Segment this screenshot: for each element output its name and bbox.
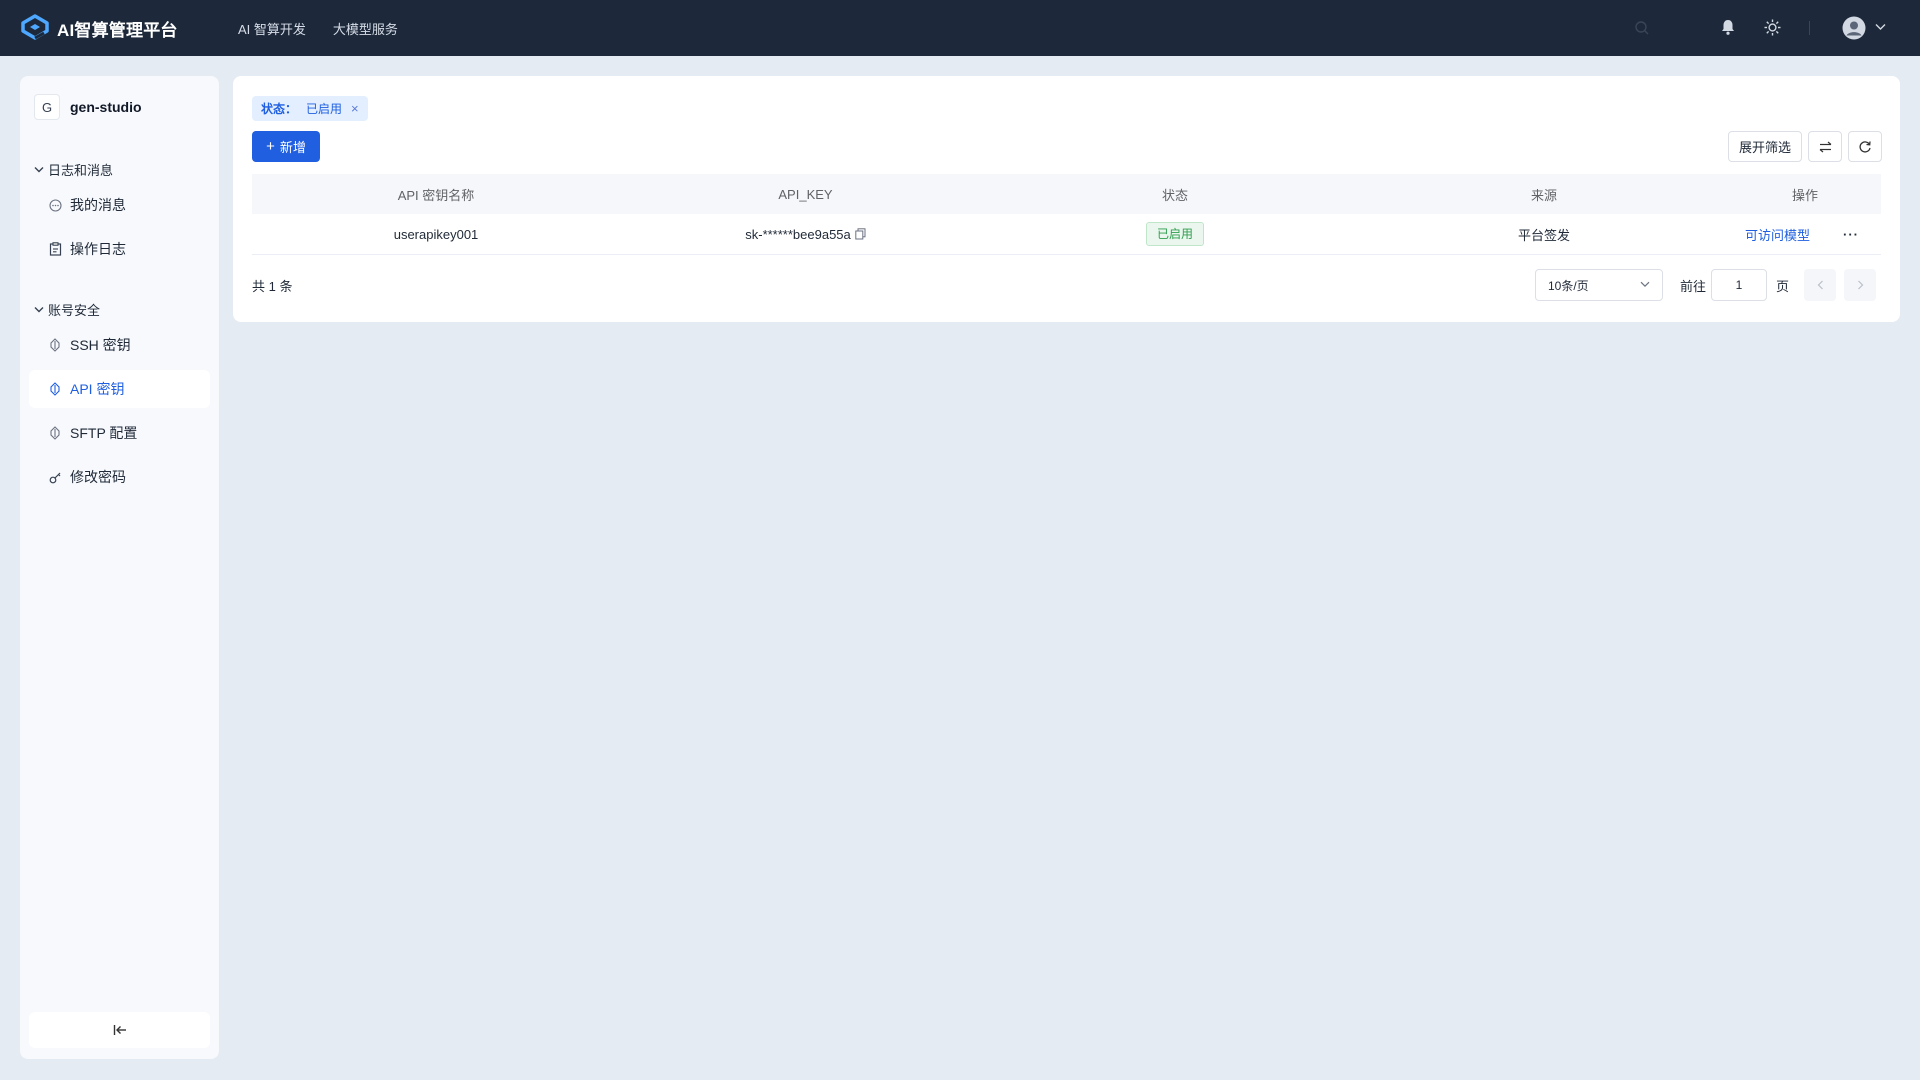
filter-tag-status[interactable]: 状态： 已启用 ×	[252, 96, 368, 121]
bell-icon[interactable]	[1720, 18, 1736, 36]
group-title-label: 日志和消息	[48, 163, 114, 178]
chevron-down-icon[interactable]	[1875, 23, 1886, 31]
add-button-label: 新增	[279, 140, 306, 155]
project-initial: G	[34, 94, 60, 120]
sidebar-item-label: SFTP 配置	[70, 425, 138, 441]
chevron-down-icon	[34, 306, 44, 312]
page-size-value: 10条/页	[1548, 278, 1589, 293]
column-settings-button[interactable]	[1808, 131, 1842, 162]
project-selector[interactable]: G gen-studio	[34, 94, 142, 120]
divider	[1809, 21, 1810, 35]
sidebar-item-ssh-key[interactable]: SSH 密钥	[29, 326, 210, 364]
sidebar-item-label: 修改密码	[70, 469, 126, 485]
copy-icon[interactable]	[855, 228, 866, 240]
sidebar-item-change-password[interactable]: 修改密码	[29, 458, 210, 496]
top-nav: AI 智算开发 大模型服务	[238, 19, 425, 38]
app-title: AI智算管理平台	[57, 20, 178, 40]
sidebar-item-operation-log[interactable]: 操作日志	[29, 230, 210, 268]
sun-icon[interactable]	[1764, 19, 1781, 36]
next-page-button[interactable]	[1844, 269, 1876, 301]
cell-status: 已启用	[991, 222, 1359, 246]
top-navigation-bar: AI智算管理平台 AI 智算开发 大模型服务	[0, 0, 1920, 56]
cell-api-key-name: userapikey001	[393, 226, 479, 242]
expand-filter-button[interactable]: 展开筛选	[1728, 131, 1802, 162]
cell-source: 平台签发	[1517, 227, 1570, 243]
project-name: gen-studio	[70, 99, 142, 115]
close-icon[interactable]: ×	[351, 101, 359, 116]
main-panel: 状态： 已启用 × + 新增 展开筛选 API 密钥名称 API_KEY 状态 …	[233, 76, 1900, 322]
table-header: API 密钥名称 API_KEY 状态 来源 操作	[252, 174, 1881, 214]
nav-ai-dev[interactable]: AI 智算开发	[238, 19, 306, 38]
group-logs-messages[interactable]: 日志和消息	[34, 160, 113, 179]
sidebar-item-label: 操作日志	[70, 241, 126, 257]
header-api-key: API_KEY	[778, 186, 833, 202]
sidebar-item-sftp-config[interactable]: SFTP 配置	[29, 414, 210, 452]
plus-icon: +	[266, 138, 275, 155]
refresh-button[interactable]	[1848, 131, 1882, 162]
clipboard-icon	[48, 242, 62, 256]
sidebar-item-label: API 密钥	[70, 381, 125, 397]
goto-label: 前往	[1680, 279, 1707, 294]
header-status: 状态	[1161, 187, 1188, 203]
page-unit: 页	[1776, 279, 1790, 294]
total-count: 共 1 条	[252, 279, 293, 294]
collapse-sidebar-button[interactable]	[29, 1012, 210, 1048]
message-icon	[48, 198, 62, 212]
chevron-down-icon	[1640, 281, 1650, 288]
cell-actions: 可访问模型 ···	[1729, 225, 1881, 244]
search-icon[interactable]	[1634, 20, 1650, 36]
key-icon	[48, 338, 62, 352]
refresh-icon	[1859, 140, 1871, 153]
api-key-value: sk-******bee9a55a	[745, 226, 851, 242]
sidebar-item-label: 我的消息	[70, 197, 126, 213]
header-actions: 操作	[1791, 187, 1818, 203]
prev-page-button[interactable]	[1804, 269, 1836, 301]
header-api-key-name: API 密钥名称	[397, 187, 475, 203]
collapse-left-icon	[113, 1025, 126, 1035]
expand-filter-label: 展开筛选	[1738, 140, 1791, 155]
group-title-label: 账号安全	[48, 303, 101, 318]
goto-page-input[interactable]	[1711, 269, 1767, 301]
chevron-left-icon	[1817, 280, 1823, 290]
platform-logo-icon	[20, 13, 50, 43]
add-button[interactable]: + 新增	[252, 131, 320, 162]
sidebar-item-my-messages[interactable]: 我的消息	[29, 186, 210, 224]
avatar-icon[interactable]	[1842, 16, 1866, 40]
key-icon	[48, 382, 62, 396]
header-source: 来源	[1530, 187, 1557, 203]
table-row: userapikey001 sk-******bee9a55a 已启用 平台签发…	[252, 214, 1881, 255]
swap-icon	[1819, 141, 1831, 152]
filter-tag-label: 状态：	[261, 102, 298, 116]
key-icon	[48, 426, 62, 440]
group-account-security[interactable]: 账号安全	[34, 300, 100, 319]
status-badge: 已启用	[1145, 222, 1204, 246]
api-key-table: API 密钥名称 API_KEY 状态 来源 操作 userapikey001 …	[252, 174, 1881, 255]
chevron-right-icon	[1857, 280, 1863, 290]
sidebar: G gen-studio 日志和消息 我的消息 操作日志 账号安全 SSH 密钥…	[20, 76, 219, 1059]
nav-llm-service[interactable]: 大模型服务	[333, 19, 398, 38]
cell-api-key: sk-******bee9a55a	[620, 227, 991, 242]
page-size-select[interactable]: 10条/页	[1535, 269, 1663, 301]
sidebar-item-api-key[interactable]: API 密钥	[29, 370, 210, 408]
platform-logo[interactable]: AI智算管理平台	[20, 13, 218, 43]
chevron-down-icon	[34, 166, 44, 172]
password-key-icon	[48, 470, 62, 484]
accessible-models-link[interactable]: 可访问模型	[1745, 225, 1810, 244]
sidebar-item-label: SSH 密钥	[70, 337, 131, 353]
filter-tag-value: 已启用	[306, 102, 343, 116]
more-options-icon[interactable]: ···	[1843, 227, 1859, 242]
